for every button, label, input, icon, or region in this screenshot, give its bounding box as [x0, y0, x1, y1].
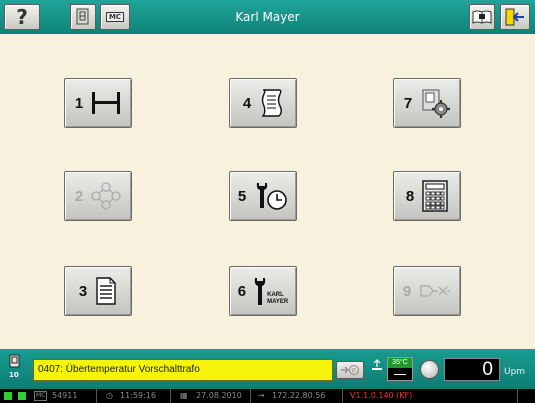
temperature-label: 35°C [388, 358, 412, 368]
acknowledge-button[interactable]: P [336, 361, 364, 379]
mc-id: 54911 [52, 391, 78, 400]
tile-8-calculator[interactable]: 8 [393, 171, 461, 221]
time-value: 11:59:16 [120, 391, 156, 400]
window-title: Karl Mayer [235, 10, 300, 24]
calendar-icon: ▦ [180, 391, 188, 400]
separator [170, 389, 171, 403]
separator [342, 389, 343, 403]
calculator-icon [422, 180, 448, 212]
separator [250, 389, 251, 403]
exit-door-icon [505, 8, 524, 26]
tile-6-service-karl-mayer[interactable]: 6 KARL MAYER [229, 266, 297, 316]
network-icon: ⇝ [258, 391, 265, 400]
speed-unit: Upm [504, 367, 526, 377]
ip-address: 172.22.80.56 [272, 391, 326, 400]
page-number: 10 [9, 371, 19, 379]
info-bar: MC 54911 ◷ 11:59:16 ▦ 27.08.2010 ⇝ 172.2… [0, 389, 535, 403]
tile-3-document[interactable]: 3 [64, 266, 132, 316]
tile-2-network[interactable]: 2 [64, 171, 132, 221]
settings-gear-icon [422, 89, 451, 118]
tile-number: 4 [242, 94, 252, 112]
separator [96, 389, 97, 403]
status-led-green [4, 392, 12, 400]
tile-4-pattern[interactable]: 4 [229, 78, 297, 128]
tile-number: 2 [74, 187, 84, 205]
temperature-dash [394, 374, 406, 375]
page-book-icon [9, 354, 20, 368]
software-version: V1.1.0.140 (KF) [350, 391, 413, 400]
exit-button[interactable] [500, 4, 530, 30]
tile-7-settings[interactable]: 7 [393, 78, 461, 128]
acknowledge-arrow-icon: P [341, 365, 359, 375]
tile-9-disconnect[interactable]: 9 [393, 266, 461, 316]
tile-1-warp-beam[interactable]: 1 [64, 78, 132, 128]
wrench-clock-icon [256, 183, 287, 210]
tile-number: 3 [78, 282, 88, 300]
open-book-icon [472, 10, 492, 24]
karl-mayer-logo-text: KARL MAYER [267, 292, 289, 305]
svg-text:P: P [352, 368, 356, 375]
transformer-heat-icon [372, 359, 382, 370]
tile-number: 5 [237, 187, 247, 205]
disconnected-plug-icon [420, 285, 451, 297]
separator [517, 389, 518, 403]
mc-small-icon: MC [34, 391, 48, 401]
tile-number: 6 [237, 282, 247, 300]
clock-icon: ◷ [106, 391, 113, 400]
tile-number: 7 [403, 94, 413, 112]
status-lamp[interactable] [420, 360, 439, 379]
title-bar: ? MC Karl Mayer [0, 0, 535, 34]
tile-number: 9 [402, 282, 412, 300]
manual-button[interactable] [469, 4, 495, 30]
wrench-karl-mayer-icon: KARL MAYER [254, 276, 288, 306]
pattern-scroll-icon [261, 89, 283, 117]
document-icon [96, 277, 116, 305]
tile-number: 8 [405, 187, 415, 205]
temperature-indicator: 35°C [387, 357, 413, 381]
warp-beam-icon [92, 92, 121, 114]
speed-display: 0 [444, 358, 500, 381]
tile-5-maintenance-timer[interactable]: 5 [229, 171, 297, 221]
network-nodes-icon [91, 182, 121, 210]
alarm-message[interactable]: 0407: Übertemperatur Vorschalttrafo [33, 359, 333, 381]
page-indicator: 10 [9, 354, 22, 379]
status-led-signal [18, 392, 26, 400]
tile-number: 1 [74, 94, 84, 112]
status-bar: 10 0407: Übertemperatur Vorschalttrafo P… [0, 349, 535, 389]
date-value: 27.08.2010 [196, 391, 242, 400]
